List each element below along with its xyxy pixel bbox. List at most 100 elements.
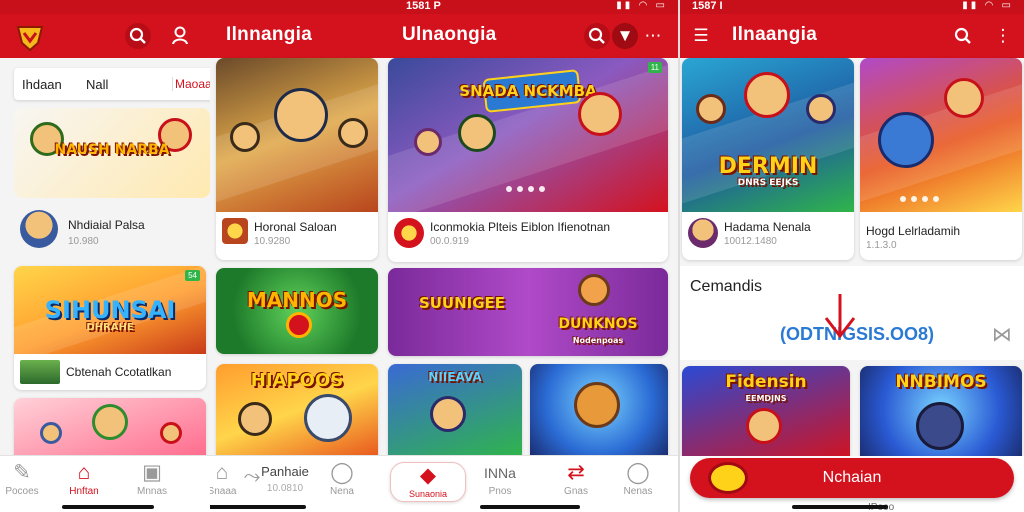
game-title: SUUNIGEE	[418, 294, 506, 312]
cta-label: Nchaian	[822, 469, 882, 486]
game-title: DERMIN	[718, 154, 818, 179]
game-card[interactable]: Fidensin EEMDJNS	[682, 366, 850, 462]
game-art: HIAPOOS	[216, 364, 378, 458]
screen-panel-3: 1581 P ▮▮ ◠ ▭ Ulnaongia ▼ ⋯ SNADA NCKMBA…	[382, 0, 678, 512]
tab-nall[interactable]: Nall	[86, 77, 108, 92]
compass-icon: ✎	[13, 461, 31, 484]
item-name: Cbtenah Ccotatlkan	[66, 365, 172, 379]
tab-maoaa[interactable]: Maoaa	[172, 77, 210, 91]
item-sub: 10012.1480	[724, 236, 777, 247]
fish-icon[interactable]: ⋈	[992, 322, 1012, 347]
game-title: NIIEAVA	[428, 370, 482, 384]
game-card[interactable]: NIIEAVA	[388, 364, 522, 458]
app-bar: Ulnaongia ▼ ⋯	[382, 14, 678, 58]
featured-card[interactable]: SNADA NCKMBA 11 Iconmokia Plteis Eiblon …	[388, 58, 668, 262]
cta-button[interactable]: Nchaian	[690, 458, 1014, 498]
more-vert-icon[interactable]: ⋮	[990, 23, 1016, 49]
game-art: MANNOS	[216, 268, 378, 354]
game-card[interactable]: MANNOS	[216, 268, 378, 354]
status-bar: 1581 P ▮▮ ◠ ▭	[382, 0, 678, 14]
game-title: DUNKNOS	[558, 316, 638, 332]
nav-item-nenas[interactable]: ◯ Nenas	[608, 460, 668, 497]
nav-item-panhaie[interactable]: Panhaie 10.0810	[250, 464, 320, 494]
item-name: Iconmokia Plteis Eiblon Ifienotnan	[430, 220, 611, 234]
item-name: Horonal Saloan	[254, 220, 337, 234]
bottom-nav: ✎ Pocoes ⌂ Hnftan ▣ Mnnas	[0, 455, 210, 512]
filter-icon[interactable]: ▼	[612, 23, 638, 49]
more-icon[interactable]: ⋯	[640, 23, 666, 49]
status-bar	[210, 0, 382, 14]
home-indicator	[792, 505, 888, 509]
search-icon[interactable]	[125, 23, 151, 49]
item-sub: 00.0.919	[430, 236, 469, 247]
section-block: Cemandis (ODTNIGSIS.OO8) ⋈	[680, 266, 1024, 360]
game-card[interactable]: NNBIMOS	[860, 366, 1022, 462]
carousel-dots[interactable]	[900, 196, 939, 202]
store-icon: ▣	[142, 461, 162, 484]
bottom-nav: ◆ Sunaonia INNa Pnos ⇄ Gnas ◯ Nenas	[382, 455, 678, 512]
game-title: Fidensin	[725, 372, 807, 392]
item-sub: 10.980	[68, 236, 99, 247]
game-card[interactable]	[530, 364, 668, 458]
game-card[interactable]: HIAPOOS	[216, 364, 378, 458]
game-art: NNBIMOS	[860, 366, 1022, 462]
game-card[interactable]	[14, 398, 206, 458]
game-subtitle: DNRS EEJKS	[737, 178, 799, 188]
game-subtitle: DHRAHE	[86, 322, 134, 333]
item-sub: 1.1.3.0	[866, 240, 897, 251]
game-art: SIHUNSAI DHRAHE 54	[14, 266, 206, 354]
nav-item-gnas[interactable]: ⇄ Gnas	[546, 460, 606, 497]
game-card[interactable]: Hogd Lelrladamih 1.1.3.0	[860, 58, 1022, 260]
app-bar: Ilnnangia	[210, 14, 382, 58]
bottom-nav: ⌂ Snaaa ⤳ Panhaie 10.0810 ◯ Nena	[210, 455, 382, 512]
screen-panel-2: Ilnnangia Horonal Saloan 10.9280 MANNOS …	[210, 0, 382, 512]
avatar	[20, 210, 58, 248]
carousel-dots[interactable]	[506, 186, 545, 192]
app-bar: ☰ Ilnaangia ⋮	[680, 14, 1024, 58]
item-name: Hadama Nenala	[724, 220, 811, 234]
search-icon[interactable]	[584, 23, 610, 49]
game-art: NAUSH NARBA	[14, 108, 210, 198]
game-card[interactable]: NAUSH NARBA	[14, 108, 210, 198]
chat-icon: ◯	[330, 461, 354, 484]
nav-item-sunaonia[interactable]: ◆ Sunaonia	[390, 462, 466, 502]
nav-item-pocoes[interactable]: ✎ Pocoes	[0, 460, 52, 497]
nav-item-mnnas[interactable]: ▣ Mnnas	[122, 460, 182, 497]
game-title: SNADA NCKMBA	[459, 82, 597, 100]
status-time: 1581 P	[406, 0, 441, 12]
section-title: Cemandis	[690, 278, 763, 295]
game-card[interactable]: DERMIN DNRS EEJKS Hadama Nenala 10012.14…	[682, 58, 854, 260]
nav-item-hnftan[interactable]: ⌂ Hnftan	[54, 460, 114, 497]
game-title: MANNOS	[246, 288, 348, 312]
tab-ihdaan[interactable]: Ihdaan	[22, 77, 62, 92]
game-card[interactable]: SIHUNSAI DHRAHE 54 Cbtenah Ccotatlkan	[14, 266, 206, 390]
app-title: Ilnnangia	[226, 24, 313, 45]
game-card[interactable]: SUUNIGEE DUNKNOS Nodenpoas	[388, 268, 668, 356]
status-icons: ▮▮ ◠ ▭	[616, 0, 668, 11]
nav-item-nena[interactable]: ◯ Nena	[312, 460, 372, 497]
screen-panel-1: Ihdaan Nall Maoaa NAUSH NARBA Nhdiaial P…	[0, 0, 210, 512]
ticket-icon: ◆	[419, 464, 437, 487]
game-title: NAUSH NARBA	[54, 142, 170, 158]
profile-icon[interactable]	[167, 23, 193, 49]
status-time: 1587 I	[692, 0, 723, 12]
home-indicator	[210, 505, 306, 509]
app-title: Ilnaangia	[732, 24, 818, 45]
cta-area: Nchaian IPooo	[680, 456, 1024, 512]
item-sub: 10.9280	[254, 236, 291, 247]
game-subtitle: EEMDJNS	[745, 394, 787, 403]
app-logo-icon[interactable]	[14, 21, 46, 53]
list-item[interactable]: Nhdiaial Palsa 10.980	[20, 210, 206, 250]
home-indicator	[480, 505, 580, 509]
location-icon: ◯	[626, 461, 650, 484]
home-icon: ⌂	[77, 461, 91, 484]
game-art: DERMIN DNRS EEJKS	[682, 58, 854, 212]
menu-icon[interactable]: ☰	[688, 23, 714, 49]
game-title: SIHUNSAI	[44, 296, 176, 324]
swap-icon: ⇄	[567, 461, 585, 484]
search-icon[interactable]	[950, 23, 976, 49]
game-card[interactable]: Horonal Saloan 10.9280	[216, 58, 378, 260]
game-icon	[222, 218, 248, 244]
game-art	[530, 364, 668, 458]
nav-item-inna[interactable]: INNa Pnos	[470, 460, 530, 497]
